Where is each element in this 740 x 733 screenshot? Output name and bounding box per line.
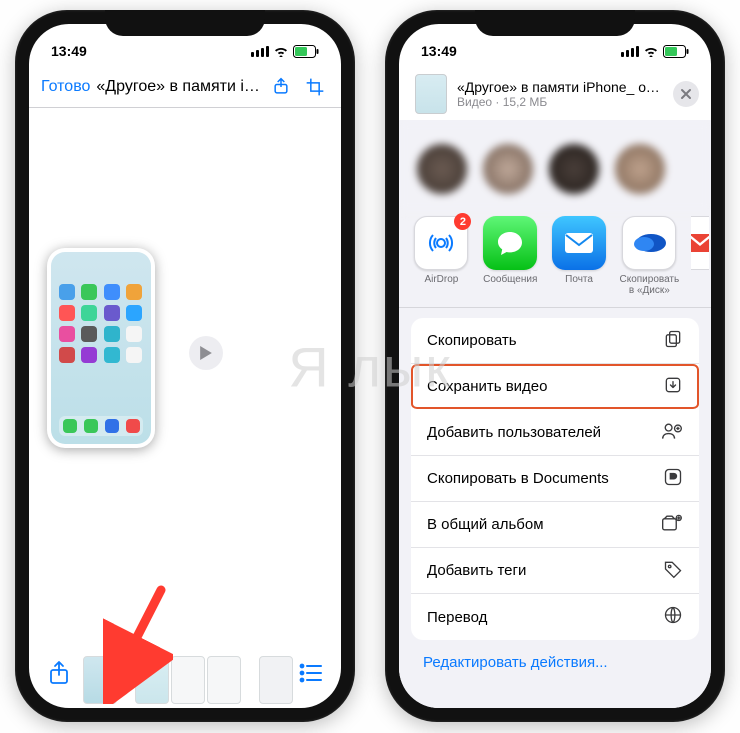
apps-row: 2 AirDrop Сообщения <box>399 212 711 308</box>
copy-icon <box>663 329 683 353</box>
app-label: Скопировать в «Диск» <box>619 274 679 296</box>
action-add-tags[interactable]: Добавить теги <box>411 548 699 594</box>
action-label: Скопировать <box>427 332 517 349</box>
notch <box>105 10 265 36</box>
app-mail[interactable]: Почта <box>551 216 608 285</box>
phone-frame-right: 13:49 «Другое» в памяти iPhone_ откуда б… <box>385 10 725 722</box>
action-save-video[interactable]: Сохранить видео <box>411 364 699 410</box>
shared-album-icon <box>661 513 683 537</box>
status-right <box>251 45 319 58</box>
page-title: «Другое» в памяти iPh... <box>96 78 261 96</box>
share-button[interactable] <box>47 660 71 691</box>
app-label: Сообщения <box>483 274 537 285</box>
action-label: Добавить пользователей <box>427 424 601 441</box>
action-add-people[interactable]: Добавить пользователей <box>411 410 699 456</box>
share-sheet-body: 2 AirDrop Сообщения <box>399 120 711 708</box>
action-label: Сохранить видео <box>427 378 548 395</box>
badge-count: 2 <box>454 213 471 230</box>
status-right <box>621 45 689 58</box>
nav-bar: Готово «Другое» в памяти iPh... <box>29 66 341 108</box>
add-people-icon <box>661 421 683 445</box>
list-icon[interactable] <box>299 663 323 688</box>
share-subtitle: Видео · 15,2 МБ <box>457 95 663 109</box>
clock: 13:49 <box>51 43 87 59</box>
app-more[interactable] <box>691 216 709 270</box>
annotation-arrow <box>103 584 173 708</box>
close-button[interactable] <box>673 81 699 107</box>
bottom-toolbar <box>29 652 341 708</box>
action-copy-documents[interactable]: Скопировать в Documents <box>411 456 699 502</box>
play-button[interactable] <box>189 336 223 370</box>
tag-icon <box>663 559 683 583</box>
action-translate[interactable]: Перевод <box>411 594 699 640</box>
share-sheet-header: «Другое» в памяти iPhone_ откуда б... Ви… <box>399 66 711 120</box>
notch <box>475 10 635 36</box>
crop-icon[interactable] <box>301 73 329 101</box>
actions-list: Скопировать Сохранить видео Добавить пол… <box>411 318 699 640</box>
app-airdrop[interactable]: 2 AirDrop <box>413 216 470 285</box>
document-viewer[interactable] <box>29 108 341 652</box>
action-label: В общий альбом <box>427 516 544 533</box>
clock: 13:49 <box>421 43 457 59</box>
action-copy[interactable]: Скопировать <box>411 318 699 364</box>
download-icon <box>663 375 683 399</box>
phone-frame-left: 13:49 Готово «Другое» в памяти iPh... <box>15 10 355 722</box>
done-button[interactable]: Готово <box>41 78 90 96</box>
screen-right: 13:49 «Другое» в памяти iPhone_ откуда б… <box>399 24 711 708</box>
contacts-row[interactable] <box>399 120 711 212</box>
app-label: Почта <box>565 274 593 285</box>
action-label: Перевод <box>427 609 487 626</box>
documents-app-icon <box>663 467 683 491</box>
action-label: Добавить теги <box>427 562 526 579</box>
action-label: Скопировать в Documents <box>427 470 609 487</box>
action-shared-album[interactable]: В общий альбом <box>411 502 699 548</box>
app-messages[interactable]: Сообщения <box>482 216 539 285</box>
document-thumbnail-icon <box>415 74 447 114</box>
app-yandex-disk[interactable]: Скопировать в «Диск» <box>619 216 679 296</box>
share-title: «Другое» в памяти iPhone_ откуда б... <box>457 79 663 95</box>
globe-icon <box>663 605 683 629</box>
app-label: AirDrop <box>424 274 458 285</box>
screen-left: 13:49 Готово «Другое» в памяти iPh... <box>29 24 341 708</box>
video-thumbnail[interactable] <box>47 248 155 448</box>
share-top-icon[interactable] <box>267 73 295 101</box>
edit-actions-link[interactable]: Редактировать действия... <box>399 640 711 685</box>
